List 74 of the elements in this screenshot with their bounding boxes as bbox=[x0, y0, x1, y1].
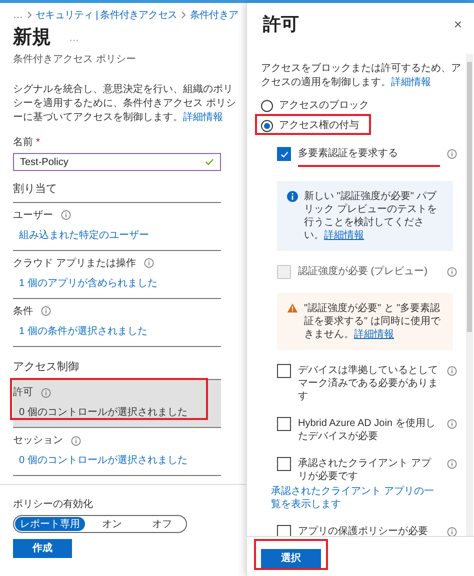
checkbox-label[interactable]: アプリの保護ポリシーが必要 bbox=[298, 525, 440, 536]
section-link[interactable]: 0 個のコントロールが選択されました bbox=[13, 405, 221, 420]
checkbox-label[interactable]: デバイスは準拠しているとしてマーク済みである必要があります bbox=[298, 364, 440, 403]
toggle-option[interactable]: オフ bbox=[139, 517, 185, 531]
panel-title: 許可 bbox=[263, 13, 299, 36]
checkbox-label[interactable]: Hybrid Azure AD Join を使用したデバイスが必要 bbox=[298, 417, 440, 443]
page-subtitle: 条件付きアクセス ポリシー bbox=[13, 53, 137, 67]
checkbox-label[interactable]: 多要素認証を要求する bbox=[298, 147, 440, 167]
section-item[interactable]: 条件 1 個の条件が選択されました bbox=[13, 298, 221, 346]
info-icon bbox=[71, 436, 81, 446]
radio-label[interactable]: アクセスのブロック bbox=[279, 98, 369, 113]
enable-policy-label: ポリシーの有効化 bbox=[13, 498, 94, 512]
create-button[interactable]: 作成 bbox=[13, 539, 72, 558]
scrollbar[interactable] bbox=[466, 54, 473, 536]
learn-more-link[interactable]: 詳細情報 bbox=[354, 329, 394, 340]
info-icon bbox=[287, 191, 298, 202]
field-label: 名前 bbox=[13, 136, 33, 150]
breadcrumb-link[interactable]: 条件付きア bbox=[190, 8, 238, 22]
notice-text: "認証強度が必要" と "多要素認証を要求する" は同時に使用できません。詳細情報 bbox=[304, 302, 442, 341]
section-item[interactable]: ユーザー 組み込まれた特定のユーザー bbox=[13, 202, 221, 250]
info-icon bbox=[447, 267, 457, 277]
toggle-option[interactable]: オン bbox=[89, 517, 135, 531]
checkbox-label[interactable]: 承認されたクライアント アプリが必要です bbox=[298, 457, 440, 483]
checkbox[interactable] bbox=[277, 364, 291, 378]
app-list-link[interactable]: 承認されたクライアント アプリの一覧を表示します bbox=[271, 485, 441, 511]
chevron-icon bbox=[180, 11, 186, 19]
name-field[interactable]: Test-Policy bbox=[13, 153, 221, 171]
check-icon bbox=[280, 150, 288, 158]
toggle-option[interactable]: レポート専用 bbox=[15, 517, 85, 531]
info-icon bbox=[447, 527, 457, 536]
breadcrumb-more[interactable]: … bbox=[13, 8, 23, 22]
section-item[interactable]: 許可 0 個のコントロールが選択されました bbox=[13, 380, 221, 428]
info-icon bbox=[447, 366, 457, 376]
select-button[interactable]: 選択 bbox=[261, 548, 321, 568]
close-button[interactable]: × bbox=[454, 14, 462, 35]
checkbox[interactable] bbox=[277, 417, 291, 431]
description-text: シグナルを統合し、意思決定を行い、組織のポリシーを適用するために、条件付きアクセス ポリシーに基づいてアクセスを制御します。詳細情報 bbox=[13, 83, 237, 125]
required-mark: * bbox=[36, 136, 40, 150]
info-icon bbox=[447, 149, 457, 159]
learn-more-link[interactable]: 詳細情報 bbox=[391, 77, 431, 88]
panel-description: アクセスをブロックまたは許可するため、アクセスの適用を制御します。詳細情報 bbox=[261, 62, 461, 90]
checkbox[interactable] bbox=[277, 525, 291, 536]
info-icon bbox=[41, 306, 51, 316]
section-link[interactable]: 1 個のアプリが含められました bbox=[13, 276, 221, 290]
info-icon bbox=[144, 258, 154, 268]
section-item[interactable]: セッション 0 個のコントロールが選択されました bbox=[13, 428, 221, 476]
section-label: クラウド アプリまたは操作 bbox=[13, 256, 136, 270]
section-label: セッション bbox=[13, 434, 63, 448]
page-title: 新規 bbox=[13, 26, 51, 50]
checkbox[interactable] bbox=[277, 457, 291, 471]
checkbox[interactable] bbox=[277, 147, 291, 161]
section-item[interactable]: クラウド アプリまたは操作 1 個のアプリが含められました bbox=[13, 250, 221, 298]
section-label: 許可 bbox=[13, 386, 33, 400]
notice-text: 新しい "認証強度が必要" パブリック プレビューのテストを行うことを検討してください。詳細情報 bbox=[304, 190, 438, 242]
info-icon bbox=[447, 459, 457, 469]
section-label: 条件 bbox=[13, 304, 33, 318]
info-icon bbox=[447, 419, 457, 429]
info-icon bbox=[61, 210, 71, 220]
warning-icon bbox=[287, 303, 298, 313]
section-label: ユーザー bbox=[13, 208, 53, 222]
radio-button[interactable] bbox=[261, 120, 273, 132]
learn-more-link[interactable]: 詳細情報 bbox=[324, 230, 364, 241]
radio-button[interactable] bbox=[261, 100, 273, 112]
chevron-icon bbox=[26, 11, 32, 19]
section-link[interactable]: 0 個のコントロールが選択されました bbox=[13, 453, 221, 468]
breadcrumb-link[interactable]: セキュリティ | 条件付きアクセス bbox=[36, 8, 177, 22]
section-heading: 割り当て bbox=[13, 181, 221, 202]
section-link[interactable]: 組み込まれた特定のユーザー bbox=[13, 228, 221, 242]
section-link[interactable]: 1 個の条件が選択されました bbox=[13, 324, 221, 338]
info-icon bbox=[41, 388, 51, 398]
radio-label[interactable]: アクセス権の付与 bbox=[279, 118, 359, 133]
more-button[interactable]: … bbox=[69, 30, 79, 46]
check-icon bbox=[205, 158, 214, 166]
learn-more-link[interactable]: 詳細情報 bbox=[183, 112, 223, 123]
